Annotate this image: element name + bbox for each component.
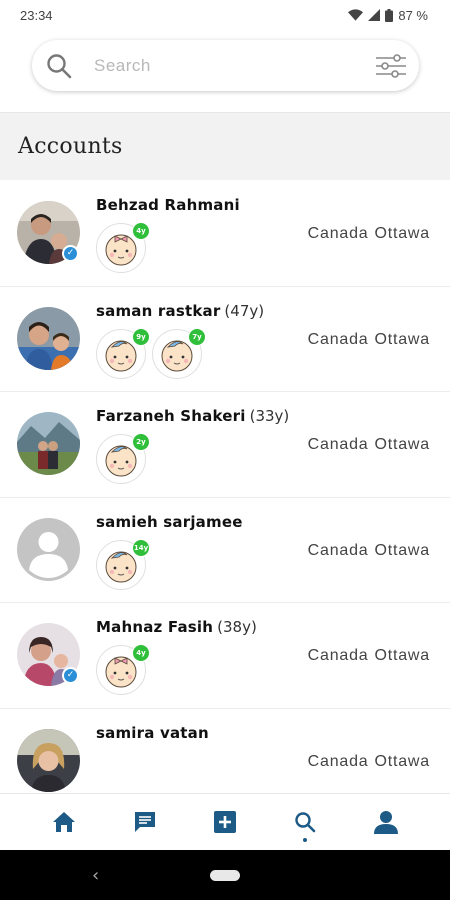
account-name[interactable]: Behzad Rahmani xyxy=(96,196,240,214)
account-name-line: samieh sarjamee xyxy=(96,513,247,531)
accounts-section-header: Accounts xyxy=(0,112,450,180)
location-country: Canada xyxy=(307,752,369,770)
back-icon[interactable]: ‹ xyxy=(92,865,99,886)
location-country: Canada xyxy=(307,647,369,664)
children-list: 14y xyxy=(96,538,150,590)
nav-add-post[interactable] xyxy=(201,798,249,846)
location: Canada Ottawa xyxy=(308,225,430,243)
account-age: (33y) xyxy=(249,407,290,425)
add-post-icon xyxy=(213,811,236,833)
location-city: Ottawa xyxy=(374,752,430,770)
location-country: Canada xyxy=(307,436,369,453)
child-age-badge: 4y xyxy=(132,222,150,240)
account-row[interactable]: samieh sarjamee 14y Canada Ottawa xyxy=(0,498,450,603)
search-input[interactable] xyxy=(94,55,375,76)
avatar[interactable] xyxy=(17,728,80,792)
account-name[interactable]: saman rastkar xyxy=(96,302,220,320)
signal-icon xyxy=(368,9,381,21)
account-name[interactable]: samieh sarjamee xyxy=(96,513,243,531)
account-row[interactable]: saman rastkar (47y) 9y 7y Canada Ottawa xyxy=(0,287,450,392)
filter-sliders-icon[interactable] xyxy=(375,53,407,78)
account-name-line: saman rastkar (47y) xyxy=(96,302,264,320)
child-avatar[interactable]: 4y xyxy=(96,644,150,695)
account-name-line: Behzad Rahmani xyxy=(96,196,244,214)
home-icon xyxy=(53,812,76,832)
children-list: 4y xyxy=(96,222,150,273)
location-city: Ottawa xyxy=(374,225,430,242)
account-row[interactable]: ✓ Mahnaz Fasih (38y) 4y Canada Ottawa xyxy=(0,603,450,709)
account-age: (38y) xyxy=(217,618,257,636)
location-country: Canada xyxy=(307,225,369,242)
verified-badge-icon: ✓ xyxy=(62,667,79,684)
account-name[interactable]: samira vatan xyxy=(96,724,209,742)
child-age-badge: 7y xyxy=(188,327,206,346)
location: Canada Ottawa xyxy=(308,331,430,349)
child-age-badge: 14y xyxy=(132,538,150,557)
section-title: Accounts xyxy=(18,134,123,159)
bottom-nav xyxy=(0,793,450,850)
battery-icon xyxy=(385,8,394,22)
nav-profile[interactable] xyxy=(362,798,410,846)
children-list: 2y xyxy=(96,433,150,484)
account-name-line: Farzaneh Shakeri (33y) xyxy=(96,407,289,425)
search-icon xyxy=(295,812,316,833)
account-name-line: Mahnaz Fasih (38y) xyxy=(96,618,257,636)
battery-level: 87 % xyxy=(398,7,428,23)
wifi-icon xyxy=(348,9,364,21)
children-list: 4y xyxy=(96,644,150,695)
search-bar xyxy=(32,40,419,91)
children-list: 9y 7y xyxy=(96,327,206,379)
child-avatar[interactable]: 4y xyxy=(96,222,150,273)
default-avatar-icon[interactable] xyxy=(17,517,80,581)
account-row[interactable]: ✓ Behzad Rahmani 4y Canada Ottawa xyxy=(0,181,450,287)
profile-icon xyxy=(373,811,398,834)
location-city: Ottawa xyxy=(374,436,430,453)
child-age-badge: 4y xyxy=(132,644,150,662)
status-time: 23:34 xyxy=(20,7,53,23)
location: Canada Ottawa xyxy=(308,436,430,454)
location-country: Canada xyxy=(307,541,369,559)
location-city: Ottawa xyxy=(374,541,430,559)
child-avatar[interactable]: 2y xyxy=(96,433,150,484)
location: Canada Ottawa xyxy=(308,647,430,665)
nav-home[interactable] xyxy=(40,798,88,846)
account-name[interactable]: Mahnaz Fasih xyxy=(96,618,213,636)
chat-icon xyxy=(134,812,155,832)
location: Canada Ottawa xyxy=(308,753,430,771)
active-indicator xyxy=(303,838,308,842)
account-row[interactable]: Farzaneh Shakeri (33y) 2y Canada Ottawa xyxy=(0,392,450,498)
child-avatar[interactable]: 14y xyxy=(96,538,150,590)
child-age-badge: 9y xyxy=(132,327,150,346)
location-city: Ottawa xyxy=(374,647,430,664)
location: Canada Ottawa xyxy=(308,542,430,560)
status-bar: 23:34 87 % xyxy=(0,0,450,30)
home-pill[interactable] xyxy=(210,869,240,881)
account-row[interactable]: samira vatan Canada Ottawa xyxy=(0,709,450,794)
account-age: (47y) xyxy=(224,301,265,320)
account-name[interactable]: Farzaneh Shakeri xyxy=(96,407,246,425)
child-age-badge: 2y xyxy=(132,433,150,451)
account-list: ✓ Behzad Rahmani 4y Canada Ottawa saman r… xyxy=(0,181,450,793)
child-avatar[interactable]: 7y xyxy=(152,327,206,379)
nav-search[interactable] xyxy=(281,798,329,846)
avatar[interactable] xyxy=(17,306,80,370)
account-name-line: samira vatan xyxy=(96,724,213,742)
status-icons: 87 % xyxy=(348,8,428,23)
verified-badge-icon: ✓ xyxy=(62,245,79,262)
location-city: Ottawa xyxy=(374,330,430,348)
search-icon[interactable] xyxy=(46,53,72,79)
location-country: Canada xyxy=(307,330,369,348)
nav-chat[interactable] xyxy=(121,798,169,846)
system-nav-bar: ‹ xyxy=(0,850,450,900)
avatar[interactable] xyxy=(17,412,80,475)
child-avatar[interactable]: 9y xyxy=(96,327,150,379)
